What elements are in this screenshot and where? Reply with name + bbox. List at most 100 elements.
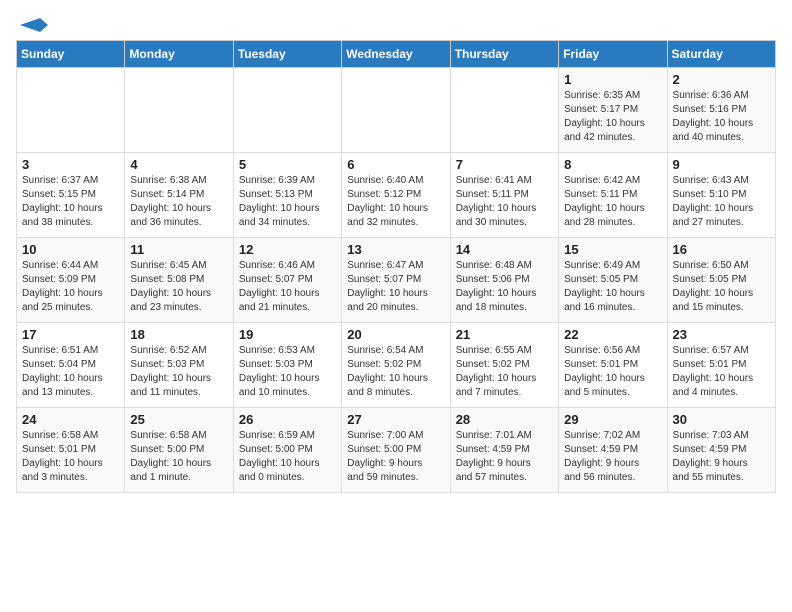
day-number: 30 (673, 412, 770, 427)
day-number: 7 (456, 157, 553, 172)
calendar-cell: 12 Sunrise: 6:46 AM Sunset: 5:07 PM Dayli… (233, 238, 341, 323)
day-info: Sunrise: 6:39 AM Sunset: 5:13 PM Dayligh… (239, 174, 336, 230)
calendar-cell: 29 Sunrise: 7:02 AM Sunset: 4:59 PM Dayli… (559, 408, 667, 493)
day-number: 21 (456, 327, 553, 342)
weekday-header-monday: Monday (125, 41, 233, 68)
day-number: 23 (673, 327, 770, 342)
calendar-cell: 22 Sunrise: 6:56 AM Sunset: 5:01 PM Dayli… (559, 323, 667, 408)
day-info: Sunrise: 6:37 AM Sunset: 5:15 PM Dayligh… (22, 174, 119, 230)
calendar-cell (17, 68, 125, 153)
day-info: Sunrise: 6:43 AM Sunset: 5:10 PM Dayligh… (673, 174, 770, 230)
day-info: Sunrise: 6:53 AM Sunset: 5:03 PM Dayligh… (239, 344, 336, 400)
calendar-cell (233, 68, 341, 153)
day-info: Sunrise: 6:46 AM Sunset: 5:07 PM Dayligh… (239, 259, 336, 315)
calendar-cell (125, 68, 233, 153)
calendar-cell: 27 Sunrise: 7:00 AM Sunset: 5:00 PM Dayli… (342, 408, 450, 493)
day-number: 20 (347, 327, 444, 342)
day-number: 26 (239, 412, 336, 427)
day-info: Sunrise: 6:52 AM Sunset: 5:03 PM Dayligh… (130, 344, 227, 400)
day-number: 24 (22, 412, 119, 427)
calendar-cell: 4 Sunrise: 6:38 AM Sunset: 5:14 PM Daylig… (125, 153, 233, 238)
calendar-cell: 28 Sunrise: 7:01 AM Sunset: 4:59 PM Dayli… (450, 408, 558, 493)
day-number: 22 (564, 327, 661, 342)
day-info: Sunrise: 7:00 AM Sunset: 5:00 PM Dayligh… (347, 429, 444, 485)
day-number: 14 (456, 242, 553, 257)
day-info: Sunrise: 6:48 AM Sunset: 5:06 PM Dayligh… (456, 259, 553, 315)
calendar-cell: 30 Sunrise: 7:03 AM Sunset: 4:59 PM Dayli… (667, 408, 775, 493)
day-info: Sunrise: 6:58 AM Sunset: 5:00 PM Dayligh… (130, 429, 227, 485)
day-number: 6 (347, 157, 444, 172)
day-info: Sunrise: 6:56 AM Sunset: 5:01 PM Dayligh… (564, 344, 661, 400)
day-number: 8 (564, 157, 661, 172)
header (16, 16, 776, 32)
calendar-table: SundayMondayTuesdayWednesdayThursdayFrid… (16, 40, 776, 493)
calendar-cell: 8 Sunrise: 6:42 AM Sunset: 5:11 PM Daylig… (559, 153, 667, 238)
calendar-cell: 17 Sunrise: 6:51 AM Sunset: 5:04 PM Dayli… (17, 323, 125, 408)
calendar-cell: 3 Sunrise: 6:37 AM Sunset: 5:15 PM Daylig… (17, 153, 125, 238)
day-number: 1 (564, 72, 661, 87)
day-number: 2 (673, 72, 770, 87)
calendar-cell: 14 Sunrise: 6:48 AM Sunset: 5:06 PM Dayli… (450, 238, 558, 323)
calendar-cell (450, 68, 558, 153)
calendar-cell: 10 Sunrise: 6:44 AM Sunset: 5:09 PM Dayli… (17, 238, 125, 323)
calendar-cell: 2 Sunrise: 6:36 AM Sunset: 5:16 PM Daylig… (667, 68, 775, 153)
day-info: Sunrise: 6:38 AM Sunset: 5:14 PM Dayligh… (130, 174, 227, 230)
day-info: Sunrise: 6:57 AM Sunset: 5:01 PM Dayligh… (673, 344, 770, 400)
day-info: Sunrise: 7:03 AM Sunset: 4:59 PM Dayligh… (673, 429, 770, 485)
calendar-cell: 19 Sunrise: 6:53 AM Sunset: 5:03 PM Dayli… (233, 323, 341, 408)
day-info: Sunrise: 7:02 AM Sunset: 4:59 PM Dayligh… (564, 429, 661, 485)
calendar-cell: 1 Sunrise: 6:35 AM Sunset: 5:17 PM Daylig… (559, 68, 667, 153)
day-info: Sunrise: 6:59 AM Sunset: 5:00 PM Dayligh… (239, 429, 336, 485)
day-number: 12 (239, 242, 336, 257)
day-number: 29 (564, 412, 661, 427)
calendar-cell: 21 Sunrise: 6:55 AM Sunset: 5:02 PM Dayli… (450, 323, 558, 408)
calendar-cell (342, 68, 450, 153)
day-number: 10 (22, 242, 119, 257)
calendar-cell: 9 Sunrise: 6:43 AM Sunset: 5:10 PM Daylig… (667, 153, 775, 238)
day-info: Sunrise: 6:55 AM Sunset: 5:02 PM Dayligh… (456, 344, 553, 400)
calendar-cell: 25Sunrise: 6:58 AM Sunset: 5:00 PM Dayli… (125, 408, 233, 493)
day-info: Sunrise: 6:36 AM Sunset: 5:16 PM Dayligh… (673, 89, 770, 145)
day-info: Sunrise: 6:41 AM Sunset: 5:11 PM Dayligh… (456, 174, 553, 230)
day-number: 28 (456, 412, 553, 427)
calendar-cell: 6 Sunrise: 6:40 AM Sunset: 5:12 PM Daylig… (342, 153, 450, 238)
calendar-cell: 5 Sunrise: 6:39 AM Sunset: 5:13 PM Daylig… (233, 153, 341, 238)
day-info: Sunrise: 6:51 AM Sunset: 5:04 PM Dayligh… (22, 344, 119, 400)
calendar-cell: 13Sunrise: 6:47 AM Sunset: 5:07 PM Dayli… (342, 238, 450, 323)
day-info: Sunrise: 6:45 AM Sunset: 5:08 PM Dayligh… (130, 259, 227, 315)
calendar-cell: 20 Sunrise: 6:54 AM Sunset: 5:02 PM Dayli… (342, 323, 450, 408)
day-number: 17 (22, 327, 119, 342)
weekday-header-saturday: Saturday (667, 41, 775, 68)
day-info: Sunrise: 6:40 AM Sunset: 5:12 PM Dayligh… (347, 174, 444, 230)
day-number: 11 (130, 242, 227, 257)
day-number: 4 (130, 157, 227, 172)
weekday-header-sunday: Sunday (17, 41, 125, 68)
day-info: Sunrise: 6:42 AM Sunset: 5:11 PM Dayligh… (564, 174, 661, 230)
calendar-cell: 7 Sunrise: 6:41 AM Sunset: 5:11 PM Daylig… (450, 153, 558, 238)
calendar-cell: 18 Sunrise: 6:52 AM Sunset: 5:03 PM Dayli… (125, 323, 233, 408)
day-number: 16 (673, 242, 770, 257)
day-number: 5 (239, 157, 336, 172)
day-info: Sunrise: 6:44 AM Sunset: 5:09 PM Dayligh… (22, 259, 119, 315)
day-number: 15 (564, 242, 661, 257)
weekday-header-thursday: Thursday (450, 41, 558, 68)
day-info: Sunrise: 6:58 AM Sunset: 5:01 PM Dayligh… (22, 429, 119, 485)
day-info: Sunrise: 6:35 AM Sunset: 5:17 PM Dayligh… (564, 89, 661, 145)
calendar-cell: 26 Sunrise: 6:59 AM Sunset: 5:00 PM Dayli… (233, 408, 341, 493)
calendar-cell: 24 Sunrise: 6:58 AM Sunset: 5:01 PM Dayli… (17, 408, 125, 493)
day-number: 18 (130, 327, 227, 342)
weekday-header-friday: Friday (559, 41, 667, 68)
day-info: Sunrise: 6:49 AM Sunset: 5:05 PM Dayligh… (564, 259, 661, 315)
weekday-header-wednesday: Wednesday (342, 41, 450, 68)
day-info: Sunrise: 7:01 AM Sunset: 4:59 PM Dayligh… (456, 429, 553, 485)
day-number: 9 (673, 157, 770, 172)
day-number: 3 (22, 157, 119, 172)
day-number: 19 (239, 327, 336, 342)
calendar-cell: 11 Sunrise: 6:45 AM Sunset: 5:08 PM Dayli… (125, 238, 233, 323)
calendar-cell: 23 Sunrise: 6:57 AM Sunset: 5:01 PM Dayli… (667, 323, 775, 408)
day-info: Sunrise: 6:54 AM Sunset: 5:02 PM Dayligh… (347, 344, 444, 400)
day-number: 27 (347, 412, 444, 427)
day-info: Sunrise: 6:50 AM Sunset: 5:05 PM Dayligh… (673, 259, 770, 315)
logo (16, 16, 48, 32)
calendar-cell: 16 Sunrise: 6:50 AM Sunset: 5:05 PM Dayli… (667, 238, 775, 323)
